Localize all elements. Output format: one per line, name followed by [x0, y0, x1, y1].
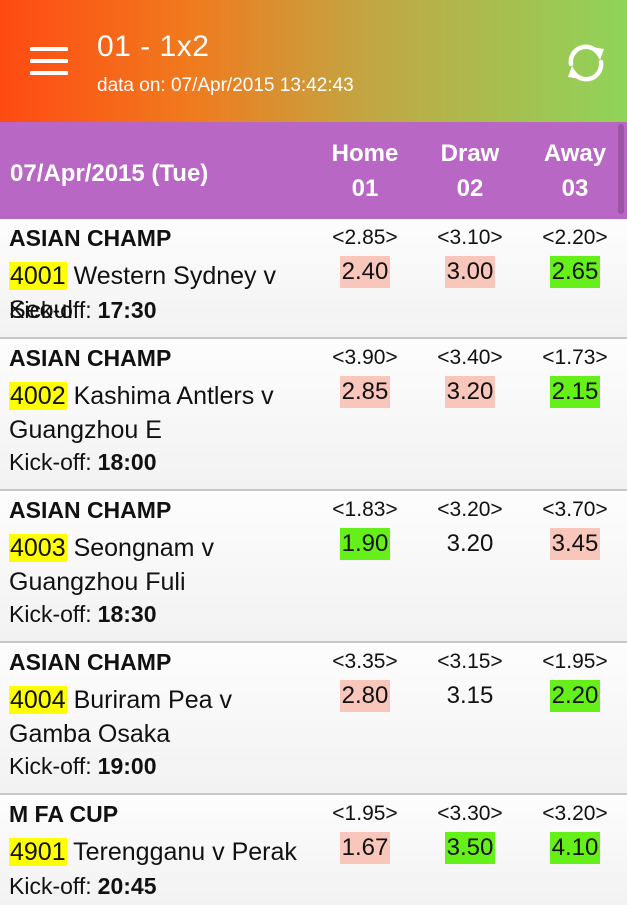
home-current-odds: 1.67: [339, 832, 391, 864]
draw-current-odds: 3.50: [444, 832, 496, 864]
menu-icon[interactable]: [30, 47, 68, 75]
away-original-odds: <2.20>: [542, 226, 608, 249]
match-title: 4004 Buriram Pea v Gamba Osaka: [9, 683, 319, 751]
draw-current-odds: 3.00: [444, 256, 496, 288]
kickoff-time: 19:00: [97, 753, 157, 779]
match-list: ASIAN CHAMP 4001 Western Sydney v Seoul …: [0, 219, 627, 905]
data-timestamp: data on: 07/Apr/2015 13:42:43: [97, 75, 354, 96]
draw-original-odds: <3.30>: [437, 802, 503, 825]
away-odds[interactable]: <1.95> 2.20: [520, 649, 627, 712]
match-row[interactable]: ASIAN CHAMP 4004 Buriram Pea v Gamba Osa…: [0, 643, 627, 795]
kickoff-label: Kick-off:: [9, 753, 92, 779]
match-row[interactable]: ASIAN CHAMP 4001 Western Sydney v Seoul …: [0, 219, 627, 339]
home-odds[interactable]: <1.95> 1.67: [310, 801, 420, 864]
draw-original-odds: <3.10>: [437, 226, 503, 249]
match-code: 4003: [9, 534, 67, 562]
away-original-odds: <1.73>: [542, 346, 608, 369]
league-name: ASIAN CHAMP: [9, 649, 172, 675]
header-away-code: 03: [561, 175, 589, 202]
header-draw-label: Draw: [440, 140, 500, 167]
scrollbar[interactable]: [618, 124, 624, 214]
kickoff: Kick-off: 18:00: [9, 449, 156, 476]
kickoff-label: Kick-off:: [9, 601, 92, 627]
draw-odds[interactable]: <3.20> 3.20: [415, 497, 525, 560]
away-odds[interactable]: <1.73> 2.15: [520, 345, 627, 408]
header-home-code: 01: [351, 175, 379, 202]
match-code: 4002: [9, 382, 67, 410]
match-code: 4901: [9, 838, 67, 866]
home-odds[interactable]: <3.35> 2.80: [310, 649, 420, 712]
draw-current-odds: 3.20: [444, 376, 496, 408]
home-odds[interactable]: <1.83> 1.90: [310, 497, 420, 560]
draw-original-odds: <3.20>: [437, 498, 503, 521]
league-name: ASIAN CHAMP: [9, 225, 172, 251]
match-title: 4901 Terengganu v Perak: [9, 835, 319, 869]
draw-odds[interactable]: <3.15> 3.15: [415, 649, 525, 712]
match-code: 4001: [9, 262, 67, 290]
home-current-odds: 2.40: [339, 256, 391, 288]
away-original-odds: <3.70>: [542, 498, 608, 521]
home-original-odds: <3.35>: [332, 650, 398, 673]
draw-original-odds: <3.15>: [437, 650, 503, 673]
away-current-odds: 2.65: [549, 256, 601, 288]
header-home: Home 01: [320, 136, 410, 206]
kickoff-label: Kick-off:: [9, 873, 92, 899]
kickoff-label: Kick-off:: [9, 449, 92, 475]
kickoff-time: 18:30: [97, 601, 157, 627]
kickoff: Kick-off: 20:45: [9, 873, 156, 900]
home-original-odds: <1.83>: [332, 498, 398, 521]
draw-current-odds: 3.15: [446, 682, 494, 709]
kickoff: Kick-off: 18:30: [9, 601, 156, 628]
match-row[interactable]: ASIAN CHAMP 4003 Seongnam v Guangzhou Fu…: [0, 491, 627, 643]
header-draw: Draw 02: [425, 136, 515, 206]
away-odds[interactable]: <3.70> 3.45: [520, 497, 627, 560]
away-odds[interactable]: <2.20> 2.65: [520, 225, 627, 288]
odds-header: 07/Apr/2015 (Tue) Home 01 Draw 02 Away 0…: [0, 122, 627, 219]
header-home-label: Home: [331, 140, 399, 167]
kickoff: Kick-off: 17:30: [9, 297, 156, 324]
home-current-odds: 2.80: [339, 680, 391, 712]
home-original-odds: <2.85>: [332, 226, 398, 249]
match-title: 4002 Kashima Antlers v Guangzhou E: [9, 379, 319, 447]
home-odds[interactable]: <3.90> 2.85: [310, 345, 420, 408]
header-away-label: Away: [543, 140, 607, 167]
away-original-odds: <1.95>: [542, 650, 608, 673]
draw-odds[interactable]: <3.10> 3.00: [415, 225, 525, 288]
away-current-odds: 2.20: [549, 680, 601, 712]
draw-odds[interactable]: <3.30> 3.50: [415, 801, 525, 864]
refresh-icon[interactable]: [563, 40, 609, 86]
kickoff-time: 20:45: [97, 873, 157, 899]
league-name: M FA CUP: [9, 801, 119, 827]
match-row[interactable]: ASIAN CHAMP 4002 Kashima Antlers v Guang…: [0, 339, 627, 491]
header-away: Away 03: [530, 136, 620, 206]
kickoff-time: 17:30: [97, 297, 157, 323]
match-row[interactable]: M FA CUP 4901 Terengganu v Perak Kick-of…: [0, 795, 627, 905]
kickoff-time: 18:00: [97, 449, 157, 475]
home-original-odds: <1.95>: [332, 802, 398, 825]
match-title: 4003 Seongnam v Guangzhou Fuli: [9, 531, 319, 599]
kickoff: Kick-off: 19:00: [9, 753, 156, 780]
header-date: 07/Apr/2015 (Tue): [10, 160, 209, 187]
league-name: ASIAN CHAMP: [9, 345, 172, 371]
header-draw-code: 02: [456, 175, 484, 202]
away-original-odds: <3.20>: [542, 802, 608, 825]
home-original-odds: <3.90>: [332, 346, 398, 369]
away-current-odds: 4.10: [549, 832, 601, 864]
page-title: 01 - 1x2: [97, 30, 210, 63]
home-current-odds: 2.85: [339, 376, 391, 408]
draw-current-odds: 3.20: [446, 530, 494, 557]
draw-odds[interactable]: <3.40> 3.20: [415, 345, 525, 408]
away-odds[interactable]: <3.20> 4.10: [520, 801, 627, 864]
kickoff-label: Kick-off:: [9, 297, 92, 323]
app-bar: 01 - 1x2 data on: 07/Apr/2015 13:42:43: [0, 0, 627, 122]
match-teams: Terengganu v Perak: [73, 838, 297, 866]
draw-original-odds: <3.40>: [437, 346, 503, 369]
away-current-odds: 3.45: [549, 528, 601, 560]
away-current-odds: 2.15: [549, 376, 601, 408]
league-name: ASIAN CHAMP: [9, 497, 172, 523]
home-odds[interactable]: <2.85> 2.40: [310, 225, 420, 288]
match-code: 4004: [9, 686, 67, 714]
home-current-odds: 1.90: [339, 528, 391, 560]
